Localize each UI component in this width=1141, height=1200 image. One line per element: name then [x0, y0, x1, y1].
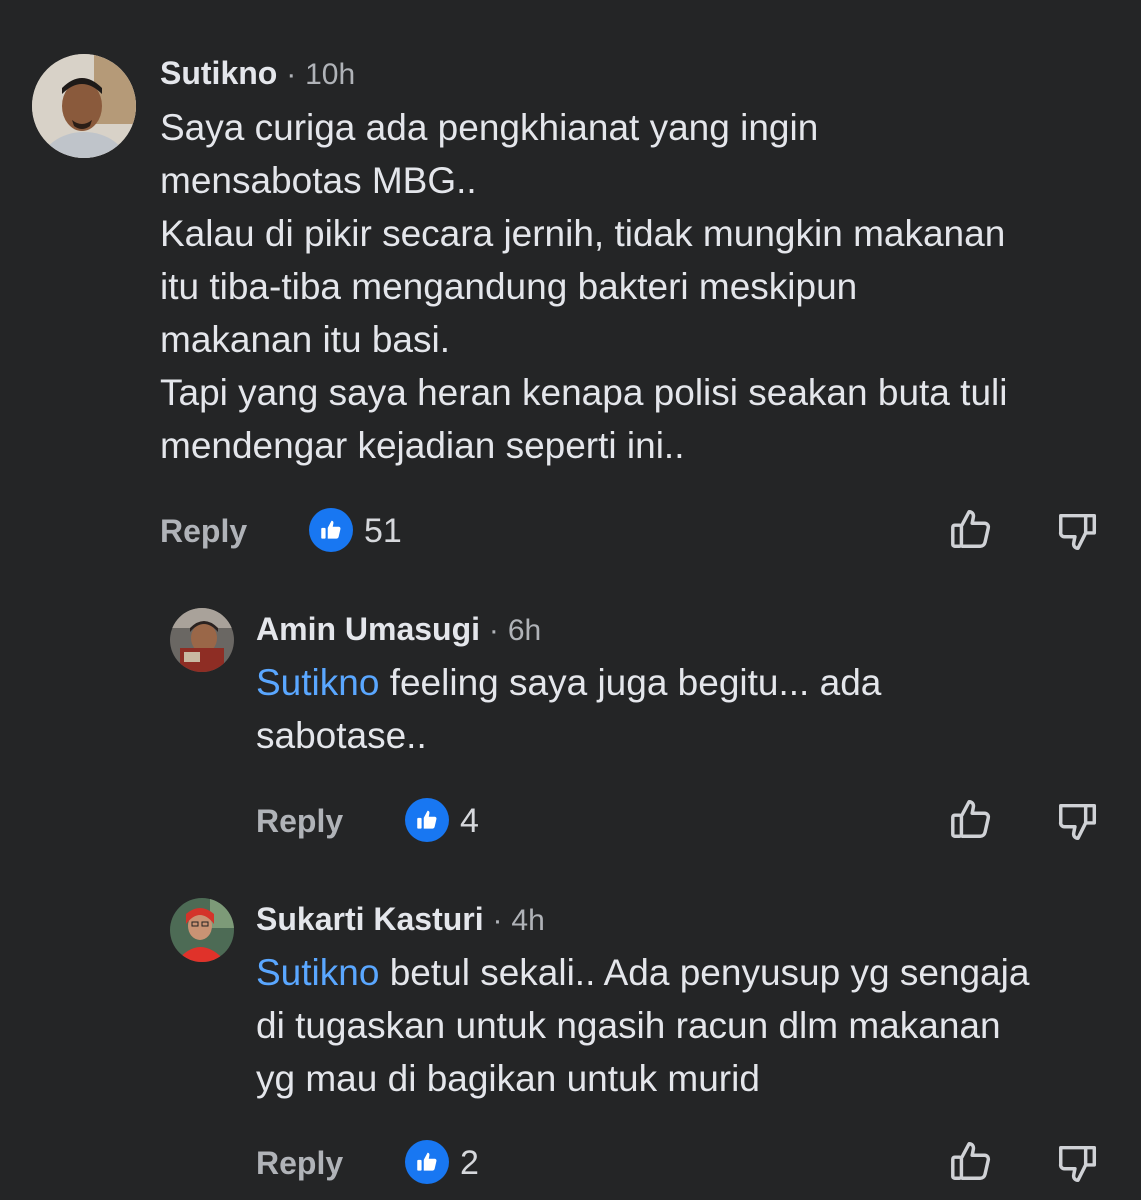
author-name[interactable]: Amin Umasugi — [256, 611, 480, 647]
thumbs-up-outline-icon — [951, 1142, 991, 1180]
timestamp[interactable]: 10h — [305, 58, 355, 91]
thumbs-down-outline-icon — [1058, 1145, 1097, 1182]
like-reaction-badge[interactable] — [405, 1140, 449, 1184]
like-reaction-badge[interactable] — [309, 508, 353, 552]
comment-text: Sutikno betul sekali.. Ada penyusup yg s… — [256, 946, 1029, 1105]
comment-text: Sutikno feeling saya juga begitu... ada … — [256, 656, 881, 762]
comment-text: Saya curiga ada pengkhianat yang ingin m… — [160, 101, 1007, 472]
timestamp[interactable]: 4h — [511, 904, 544, 937]
comment-text-line: Saya curiga ada pengkhianat yang ingin — [160, 107, 819, 148]
comment-text-line: di tugaskan untuk ngasih racun dlm makan… — [256, 1005, 1001, 1046]
comment-text-line: Tapi yang saya heran kenapa polisi seaka… — [160, 372, 1008, 413]
mention-link[interactable]: Sutikno — [256, 662, 379, 703]
avatar[interactable] — [32, 54, 136, 158]
thumbs-up-filled-icon — [417, 810, 437, 829]
like-button[interactable] — [948, 796, 994, 842]
comment-text-line: Kalau di pikir secara jernih, tidak mung… — [160, 213, 1006, 254]
dislike-button[interactable] — [1055, 1140, 1101, 1186]
comment-text-line: yg mau di bagikan untuk murid — [256, 1058, 760, 1099]
separator: · — [286, 58, 297, 91]
avatar-photo — [32, 54, 136, 158]
like-button[interactable] — [948, 1138, 994, 1184]
comment-header: Sutikno · 10h — [160, 53, 355, 95]
thumbs-up-filled-icon — [417, 1152, 437, 1171]
separator: · — [488, 614, 499, 647]
like-button[interactable] — [948, 506, 994, 552]
mention-link[interactable]: Sutikno — [256, 952, 379, 993]
reply-button[interactable]: Reply — [160, 511, 247, 551]
comment-header: Amin Umasugi · 6h — [256, 609, 541, 651]
reply-button[interactable]: Reply — [256, 1143, 343, 1183]
like-count: 4 — [460, 802, 479, 840]
dislike-button[interactable] — [1055, 508, 1101, 554]
author-name[interactable]: Sutikno — [160, 55, 277, 91]
comment-text-line: sabotase.. — [256, 715, 427, 756]
avatar[interactable] — [170, 898, 234, 962]
timestamp[interactable]: 6h — [508, 614, 541, 647]
thumbs-down-outline-icon — [1058, 513, 1097, 550]
comment-header: Sukarti Kasturi · 4h — [256, 899, 545, 941]
reply-comment: Sukarti Kasturi · 4h Sutikno betul sekal… — [0, 870, 1141, 1200]
reply-button[interactable]: Reply — [256, 801, 343, 841]
thumbs-up-outline-icon — [951, 510, 991, 548]
thumbs-up-outline-icon — [951, 800, 991, 838]
avatar[interactable] — [170, 608, 234, 672]
comment-text-line: mensabotas MBG.. — [160, 160, 477, 201]
comment-text-line: makanan itu basi. — [160, 319, 451, 360]
separator: · — [492, 904, 503, 937]
comment-text-line: Sutikno betul sekali.. Ada penyusup yg s… — [256, 946, 1029, 999]
comment-text-line: Sutikno feeling saya juga begitu... ada — [256, 656, 881, 709]
comment-text-line: mendengar kejadian seperti ini.. — [160, 425, 685, 466]
thumbs-down-outline-icon — [1058, 803, 1097, 840]
comment-text-segment: feeling saya juga begitu... ada — [379, 662, 882, 703]
like-count: 2 — [460, 1144, 479, 1182]
comment-text-line: itu tiba-tiba mengandung bakteri meskipu… — [160, 266, 858, 307]
author-name[interactable]: Sukarti Kasturi — [256, 901, 484, 937]
reply-comment: Amin Umasugi · 6h Sutikno feeling saya j… — [0, 580, 1141, 880]
avatar-photo — [170, 898, 234, 962]
dislike-button[interactable] — [1055, 798, 1101, 844]
comment-text-segment: betul sekali.. Ada penyusup yg sengaja — [379, 952, 1030, 993]
avatar-photo — [170, 608, 234, 672]
like-count: 51 — [364, 512, 402, 550]
comment: Sutikno · 10h Saya curiga ada pengkhiana… — [0, 0, 1141, 580]
like-reaction-badge[interactable] — [405, 798, 449, 842]
thumbs-up-filled-icon — [321, 520, 341, 539]
